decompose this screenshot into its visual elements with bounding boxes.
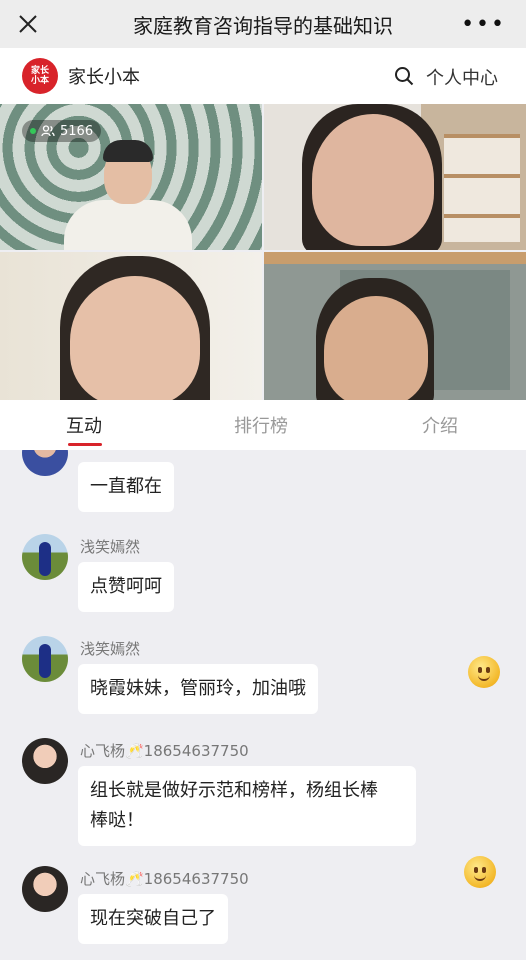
app-header: 家长 小本 家长小本 个人中心 [0, 48, 526, 104]
more-options-icon[interactable]: ••• [461, 12, 506, 37]
avatar[interactable] [22, 534, 68, 580]
chat-bubble-line: 组长就是做好示范和榜样，杨组长棒 [90, 780, 378, 801]
chat-bubble: 晓霞妹妹，管丽玲，加油哦 [78, 664, 318, 714]
active-tab-indicator [68, 443, 102, 446]
bookshelf-background [444, 134, 520, 242]
video-tile-host[interactable]: 5166 [0, 104, 262, 250]
chat-nickname: 浅笑嫣然 [80, 640, 141, 658]
tab-introduction[interactable]: 介绍 [422, 412, 458, 438]
guest-1-face [312, 114, 434, 246]
chat-bubble: 一直都在 [78, 462, 174, 512]
viewer-count-badge: 5166 [22, 120, 102, 142]
avatar[interactable] [22, 636, 68, 682]
avatar[interactable] [22, 866, 68, 912]
chat-bubble: 组长就是做好示范和榜样，杨组长棒 棒哒！ [78, 766, 416, 846]
video-tile-guest-2[interactable] [0, 252, 262, 400]
smile-emoji-icon [464, 856, 496, 888]
tab-interaction[interactable]: 互动 [66, 412, 102, 438]
page-title: 家庭教育咨询指导的基础知识 [133, 13, 393, 38]
avatar[interactable] [22, 450, 68, 476]
title-bar: 家庭教育咨询指导的基础知识 ••• [0, 0, 526, 48]
host-hair [103, 140, 153, 162]
host-body [64, 200, 192, 250]
guest-2-face [70, 276, 200, 400]
chat-bubble-line: 棒哒！ [90, 810, 144, 831]
logo-text-bottom: 小本 [30, 76, 49, 86]
chat-list[interactable]: 一直都在 浅笑嫣然 点赞呵呵 浅笑嫣然 晓霞妹妹，管丽玲，加油哦 心飞杨🥂186… [0, 450, 526, 960]
chat-bubble: 现在突破自己了 [78, 894, 228, 944]
viewers-icon [41, 125, 55, 137]
tab-ranking[interactable]: 排行榜 [234, 412, 288, 438]
chat-nickname: 心飞杨🥂18654637750 [80, 870, 249, 888]
viewer-count: 5166 [60, 123, 94, 139]
guest-3-face [324, 296, 428, 400]
logo-text-top: 家长 [30, 66, 49, 76]
video-tile-guest-3[interactable] [264, 252, 526, 400]
chat-bubble: 点赞呵呵 [78, 562, 174, 612]
video-grid: 5166 [0, 104, 526, 400]
close-icon[interactable] [14, 10, 42, 38]
brand-name[interactable]: 家长小本 [68, 63, 140, 89]
avatar[interactable] [22, 738, 68, 784]
tab-bar: 互动 排行榜 介绍 [0, 400, 526, 450]
chat-nickname: 心飞杨🥂18654637750 [80, 742, 249, 760]
smile-emoji-icon [468, 656, 500, 688]
chat-nickname: 浅笑嫣然 [80, 538, 141, 556]
search-icon[interactable] [394, 66, 414, 86]
live-indicator-icon [30, 128, 36, 134]
video-tile-guest-1[interactable] [264, 104, 526, 250]
personal-center-link[interactable]: 个人中心 [426, 64, 498, 90]
app-logo[interactable]: 家长 小本 [22, 58, 58, 94]
